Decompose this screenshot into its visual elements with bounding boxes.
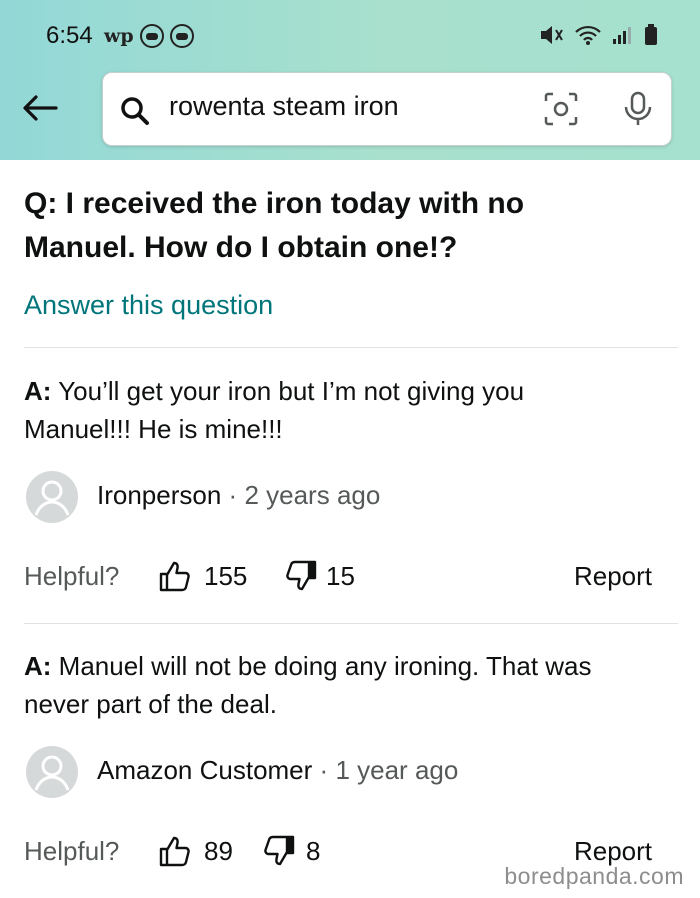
search-bar[interactable]: rowenta steam iron [102,72,672,146]
question-line-1: I received the iron today with no [65,187,525,220]
divider [24,347,678,348]
helpful-label: Helpful? [24,836,120,866]
thumbs-up-icon[interactable] [158,559,192,593]
mute-icon [541,26,563,44]
unhelpful-count: 8 [306,836,321,866]
back-arrow-icon[interactable] [20,92,60,124]
answer-line-2: Manuel!!! He is mine!!! [24,414,283,444]
answer-line-1: Manuel will not be doing any ironing. Th… [58,651,592,681]
answer-text: A: Manuel will not be doing any ironing.… [24,647,674,723]
question-text: Q: I received the iron today with no Man… [24,182,664,270]
microphone-icon[interactable] [623,91,653,127]
search-input[interactable]: rowenta steam iron [169,91,399,122]
notification-icons: wp [104,24,194,48]
helpful-count: 89 [204,836,233,866]
answer-prefix: A: [24,376,52,406]
helpful-count: 155 [204,561,248,591]
answer-byline: Ironperson · 2 years ago [97,480,380,511]
helpful-row: Helpful? 155 15 Report [24,559,654,601]
answer-line-1: You’ll get your iron but I’m not giving … [58,376,525,406]
gamepad-icon [169,24,194,48]
user-icon [34,755,70,791]
battery-icon [645,24,657,45]
gamepad-icon [139,24,164,48]
byline-separator: · [228,480,238,510]
author-name[interactable]: Ironperson [97,480,221,510]
wifi-icon [575,25,601,45]
watermark: boredpanda.com [504,863,684,889]
author-name[interactable]: Amazon Customer [97,755,312,785]
user-icon [34,480,70,516]
answer-text: A: You’ll get your iron but I’m not givi… [24,372,674,448]
camera-scan-icon[interactable] [543,91,579,127]
top-header: 6:54 wp rowenta steam iron [0,0,700,160]
system-icons [538,24,658,46]
search-icon [121,97,149,125]
question-line-2: Manuel. How do I obtain one!? [24,231,458,264]
avatar[interactable] [26,746,78,798]
answer-byline: Amazon Customer · 1 year ago [97,755,458,786]
unhelpful-count: 15 [326,561,355,591]
helpful-label: Helpful? [24,561,120,591]
thumbs-down-icon[interactable] [284,559,318,593]
answer-line-2: never part of the deal. [24,689,277,719]
question-prefix: Q: [24,187,58,220]
app-badge: wp [104,25,134,47]
thumbs-up-icon[interactable] [158,834,192,868]
report-link[interactable]: Report [574,561,652,592]
signal-icon [613,27,631,44]
time-ago: 2 years ago [244,480,381,510]
answer-this-question-link[interactable]: Answer this question [24,290,273,321]
byline-separator: · [319,755,329,785]
avatar[interactable] [26,471,78,523]
answer-prefix: A: [24,651,52,681]
time-ago: 1 year ago [335,755,459,785]
status-time: 6:54 [46,22,93,49]
divider [24,623,678,624]
thumbs-down-icon[interactable] [262,834,296,868]
